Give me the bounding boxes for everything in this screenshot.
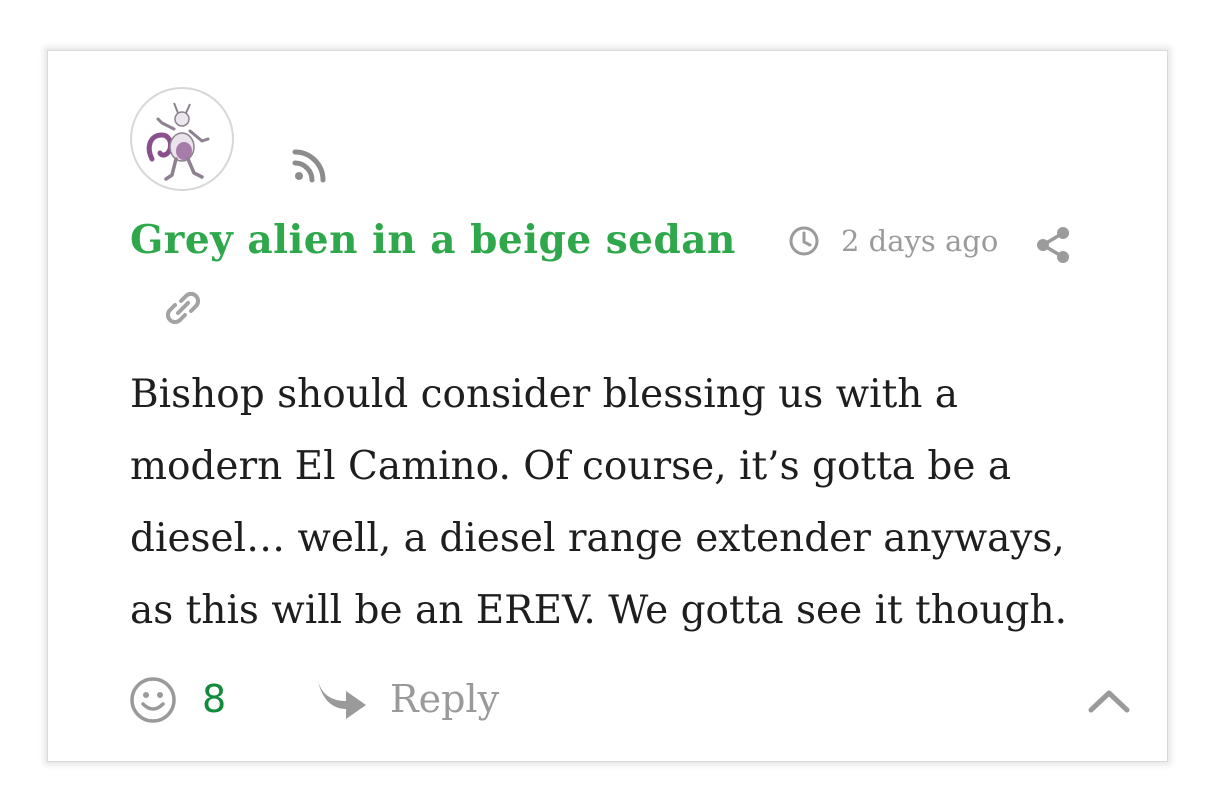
comment-timestamp: 2 days ago — [841, 224, 999, 258]
rss-icon — [292, 149, 326, 183]
comment-body-line: modern El Camino. Of course, it’s gotta … — [130, 444, 1012, 489]
comment-body-line: as this will be an EREV. We gotta see it… — [130, 588, 1067, 633]
comment-author[interactable]: Grey alien in a beige sedan — [130, 217, 736, 263]
link-icon[interactable] — [164, 289, 202, 327]
share-icon[interactable] — [1034, 225, 1072, 265]
comment-body-line: diesel… well, a diesel range extender an… — [130, 516, 1065, 561]
reply-arrow-icon — [318, 681, 366, 719]
clock-icon — [789, 226, 819, 256]
avatar-image — [146, 102, 210, 181]
like-count: 8 — [202, 677, 227, 721]
comment-body-line: Bishop should consider blessing us with … — [130, 372, 959, 417]
chevron-up-icon[interactable] — [1086, 685, 1132, 715]
smile-icon[interactable] — [128, 675, 178, 725]
comment-card: Grey alien in a beige sedan 2 days ago B… — [47, 50, 1168, 762]
reply-label: Reply — [390, 677, 500, 721]
avatar[interactable] — [130, 87, 234, 191]
reply-button[interactable]: Reply — [316, 671, 499, 727]
comment-body: Bishop should consider blessing us with … — [130, 359, 1130, 647]
